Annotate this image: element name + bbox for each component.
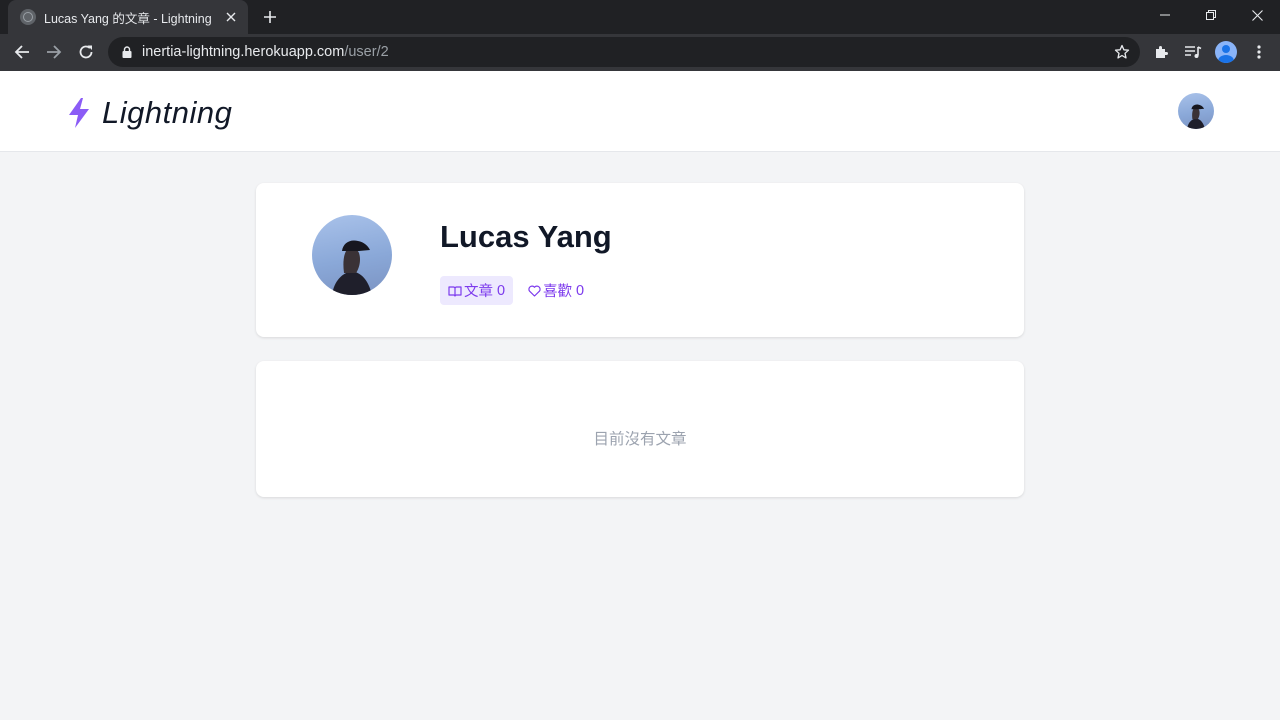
- posts-label: 文章: [464, 284, 493, 300]
- profile-card: Lucas Yang 文章 0 喜歡 0: [256, 183, 1024, 337]
- minimize-icon[interactable]: [1142, 0, 1188, 30]
- forward-arrow-icon[interactable]: [40, 38, 68, 66]
- site-logo[interactable]: Lightning: [66, 95, 232, 131]
- likes-count: 0: [576, 282, 585, 299]
- likes-label: 喜歡: [543, 284, 572, 300]
- restore-icon[interactable]: [1188, 0, 1234, 30]
- extensions-puzzle-icon[interactable]: [1148, 39, 1174, 65]
- bookmark-star-icon[interactable]: [1112, 42, 1132, 62]
- site-header: Lightning: [0, 71, 1280, 152]
- tab-title: Lucas Yang 的文章 - Lightning: [44, 11, 212, 26]
- heart-icon: [528, 285, 541, 297]
- tab-posts[interactable]: 文章 0: [440, 276, 514, 305]
- back-arrow-icon[interactable]: [8, 38, 36, 66]
- lock-icon: [120, 45, 134, 59]
- user-avatar[interactable]: [1178, 93, 1214, 129]
- more-menu-icon[interactable]: [1246, 39, 1272, 65]
- browser-profile-icon[interactable]: [1213, 39, 1239, 65]
- new-tab-plus-icon[interactable]: [258, 5, 282, 29]
- browser-toolbar: inertia-lightning.herokuapp.com/user/2: [0, 34, 1280, 71]
- posts-list-card: 目前沒有文章: [256, 361, 1024, 497]
- browser-tab[interactable]: Lucas Yang 的文章 - Lightning: [8, 0, 248, 34]
- book-open-icon: [448, 285, 462, 297]
- profile-avatar: [312, 215, 392, 295]
- browser-tab-strip: Lucas Yang 的文章 - Lightning: [0, 0, 1280, 34]
- avatar-photo: [1187, 104, 1205, 129]
- tab-close-icon[interactable]: [222, 8, 240, 26]
- logo-text: Lightning: [102, 95, 233, 130]
- empty-state-message: 目前沒有文章: [593, 431, 687, 448]
- profile-name: Lucas Yang: [440, 219, 612, 254]
- url-host: inertia-lightning.herokuapp.com: [142, 44, 345, 60]
- reload-icon[interactable]: [72, 38, 100, 66]
- close-window-icon[interactable]: [1234, 0, 1280, 30]
- posts-count: 0: [497, 282, 506, 299]
- tab-likes[interactable]: 喜歡 0: [520, 276, 592, 305]
- address-bar[interactable]: inertia-lightning.herokuapp.com/user/2: [108, 37, 1140, 67]
- url-path: /user/2: [344, 44, 389, 60]
- media-queue-icon[interactable]: [1180, 39, 1206, 65]
- url-text: inertia-lightning.herokuapp.com/user/2: [142, 44, 389, 60]
- lightning-bolt-icon: [69, 98, 89, 128]
- globe-icon: [20, 9, 36, 25]
- avatar-photo: [332, 240, 372, 295]
